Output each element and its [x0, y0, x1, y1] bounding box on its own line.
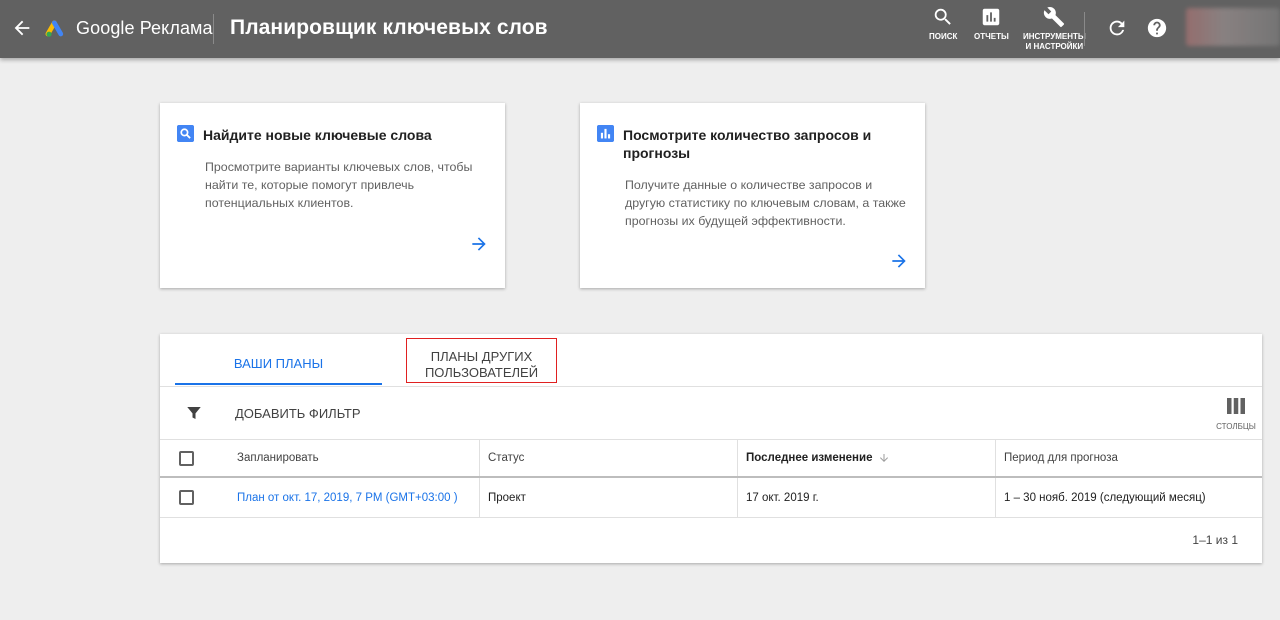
- card-title: Посмотрите количество запросов и прогноз…: [623, 127, 872, 161]
- top-app-bar: Google Реклама Планировщик ключевых слов…: [0, 0, 1280, 58]
- discover-keywords-card[interactable]: Найдите новые ключевые слова Просмотрите…: [160, 103, 505, 288]
- tools-label-line2: И НАСТРОЙКИ: [1025, 42, 1084, 51]
- tools-settings-button[interactable]: ИНСТРУМЕНТЫ И НАСТРОЙКИ: [1023, 6, 1086, 52]
- google-ads-logo-icon: [45, 20, 64, 37]
- pagination-status: 1–1 из 1: [1192, 533, 1238, 547]
- column-header-forecast-period[interactable]: Период для прогноза: [995, 440, 1262, 476]
- filter-icon[interactable]: [185, 404, 203, 422]
- column-header-last-modified[interactable]: Последнее изменение: [737, 440, 995, 476]
- select-all-checkbox[interactable]: [179, 451, 194, 466]
- refresh-icon[interactable]: [1106, 17, 1128, 39]
- forecast-period-cell: 1 – 30 нояб. 2019 (следующий месяц): [995, 478, 1262, 517]
- forecast-card[interactable]: Посмотрите количество запросов и прогноз…: [580, 103, 925, 288]
- search-icon: [934, 8, 951, 25]
- app-name: Google Реклама: [76, 18, 213, 38]
- help-icon[interactable]: [1146, 17, 1168, 39]
- tools-label-line1: ИНСТРУМЕНТЫ: [1023, 32, 1086, 41]
- arrow-right-icon[interactable]: [889, 251, 909, 271]
- plans-panel: ВАШИ ПЛАНЫ ПЛАНЫ ДРУГИХ ПОЛЬЗОВАТЕЛЕЙ ДО…: [160, 334, 1262, 563]
- column-header-label: Последнее изменение: [746, 452, 873, 464]
- row-checkbox[interactable]: [179, 490, 194, 505]
- card-description: Просмотрите варианты ключевых слов, чтоб…: [205, 160, 473, 210]
- column-header-status[interactable]: Статус: [479, 440, 737, 476]
- columns-button[interactable]: СТОЛБЦЫ: [1216, 398, 1256, 431]
- sort-arrow-down-icon: [880, 454, 889, 462]
- tab-label-line2: ПОЛЬЗОВАТЕЛЕЙ: [424, 365, 539, 380]
- last-modified-cell: 17 окт. 2019 г.: [737, 478, 995, 517]
- plan-cell: План от окт. 17, 2019, 7 PM (GMT+03:00 ): [229, 478, 479, 517]
- bar-chart-icon: [597, 125, 614, 142]
- table-header: Запланировать Статус Последнее изменение…: [160, 440, 1262, 478]
- tab-other-users-plans[interactable]: ПЛАНЫ ДРУГИХ ПОЛЬЗОВАТЕЛЕЙ: [406, 338, 557, 383]
- card-description: Получите данные о количестве запросов и …: [625, 178, 906, 228]
- tab-label-line1: ПЛАНЫ ДРУГИХ: [430, 349, 533, 364]
- account-avatar[interactable]: [1186, 8, 1280, 46]
- add-filter-button[interactable]: ДОБАВИТЬ ФИЛЬТР: [235, 406, 361, 421]
- status-cell: Проект: [479, 478, 737, 517]
- plan-link[interactable]: План от окт. 17, 2019, 7 PM (GMT+03:00 ): [237, 492, 458, 504]
- toolbar-divider: [1084, 12, 1085, 46]
- column-header-plan[interactable]: Запланировать: [229, 440, 479, 476]
- reports-icon: [983, 8, 1000, 26]
- header-divider: [213, 14, 214, 44]
- search-button[interactable]: ПОИСК: [929, 6, 957, 42]
- tab-label: ВАШИ ПЛАНЫ: [233, 356, 324, 371]
- reports-label: ОТЧЕТЫ: [974, 32, 1009, 41]
- back-arrow-icon[interactable]: [11, 17, 33, 39]
- card-title: Найдите новые ключевые слова: [203, 127, 432, 143]
- arrow-right-icon[interactable]: [469, 234, 489, 254]
- tabs-divider: [160, 386, 1262, 387]
- table-row: План от окт. 17, 2019, 7 PM (GMT+03:00 )…: [160, 478, 1262, 518]
- columns-label: СТОЛБЦЫ: [1216, 422, 1256, 431]
- wrench-icon: [1044, 7, 1065, 28]
- search-label: ПОИСК: [929, 32, 958, 41]
- tab-your-plans[interactable]: ВАШИ ПЛАНЫ: [175, 334, 382, 385]
- search-card-icon: [177, 125, 194, 142]
- reports-button[interactable]: ОТЧЕТЫ: [974, 6, 1009, 42]
- page-title: Планировщик ключевых слов: [230, 16, 548, 39]
- columns-icon: [1227, 398, 1245, 414]
